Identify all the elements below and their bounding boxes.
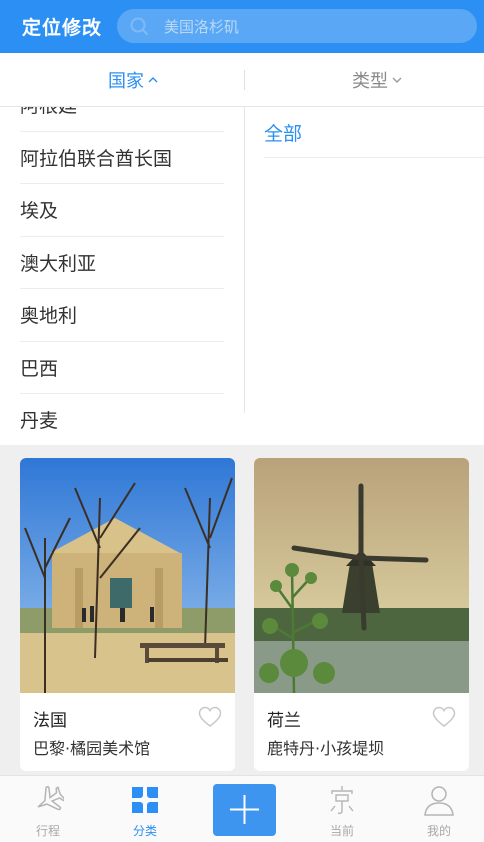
- heart-outline-icon[interactable]: [432, 706, 456, 728]
- search-icon: [130, 17, 148, 35]
- tab-itinerary[interactable]: 行程: [0, 776, 96, 842]
- tab-category[interactable]: 分类: [97, 776, 193, 842]
- cards-area: 法国 巴黎·橘园美术馆 荷兰 鹿特丹·小孩堤坝: [0, 445, 484, 775]
- top-header: 定位修改 美国洛杉矶: [0, 0, 484, 53]
- tab-label: 当前: [329, 824, 354, 838]
- bottom-tab-bar: 行程 分类 当前 我的: [0, 775, 484, 842]
- tab-label: 行程: [35, 824, 60, 838]
- airplane-icon: [37, 785, 64, 811]
- header-title[interactable]: 定位修改: [22, 13, 102, 40]
- grid-icon: [132, 787, 158, 813]
- chevron-down-icon: [392, 77, 402, 83]
- type-filter-label: 类型: [352, 71, 388, 92]
- list-item-country[interactable]: 阿根廷: [20, 107, 224, 132]
- list-item-country[interactable]: 埃及: [20, 184, 224, 237]
- plus-icon: [230, 795, 259, 824]
- heart-outline-icon[interactable]: [198, 706, 222, 728]
- type-filter-tab[interactable]: 类型: [352, 67, 403, 93]
- filter-dropdown-panel: 阿根廷 阿拉伯联合酋长国 埃及 澳大利亚 奥地利 巴西 丹麦 全部: [0, 107, 484, 445]
- tab-label: 我的: [426, 824, 451, 838]
- card-subtitle: 鹿特丹·小孩堤坝: [267, 739, 385, 758]
- card-title: 荷兰: [267, 711, 301, 731]
- card-subtitle: 巴黎·橘园美术馆: [33, 739, 151, 758]
- list-item-country[interactable]: 奥地利: [20, 289, 224, 342]
- list-item-country[interactable]: 丹麦: [20, 394, 224, 445]
- user-icon: [424, 786, 454, 816]
- list-item-country[interactable]: 阿拉伯联合酋长国: [20, 132, 224, 184]
- filter-divider: [244, 70, 245, 90]
- tab-label: 分类: [132, 824, 157, 838]
- card-title: 法国: [33, 711, 67, 731]
- country-filter-tab[interactable]: 国家: [108, 67, 159, 93]
- list-item-type[interactable]: 全部: [264, 107, 484, 158]
- country-list[interactable]: 阿根廷 阿拉伯联合酋长国 埃及 澳大利亚 奥地利 巴西 丹麦: [0, 107, 244, 445]
- tab-current[interactable]: 当前: [294, 776, 390, 842]
- place-card[interactable]: 荷兰 鹿特丹·小孩堤坝: [254, 458, 469, 771]
- card-photo: [20, 458, 235, 693]
- tab-profile[interactable]: 我的: [391, 776, 484, 842]
- add-button[interactable]: [213, 784, 276, 836]
- panel-divider: [244, 107, 245, 413]
- chevron-up-icon: [148, 77, 158, 83]
- country-filter-label: 国家: [108, 71, 144, 92]
- list-item-country[interactable]: 巴西: [20, 342, 224, 394]
- filter-bar: 国家 类型: [0, 53, 484, 107]
- place-card[interactable]: 法国 巴黎·橘园美术馆: [20, 458, 235, 771]
- location-icon: [330, 786, 354, 815]
- search-bar[interactable]: 美国洛杉矶: [117, 9, 477, 43]
- list-item-country[interactable]: 澳大利亚: [20, 237, 224, 289]
- search-input[interactable]: 美国洛杉矶: [164, 16, 239, 37]
- card-photo: [254, 458, 469, 693]
